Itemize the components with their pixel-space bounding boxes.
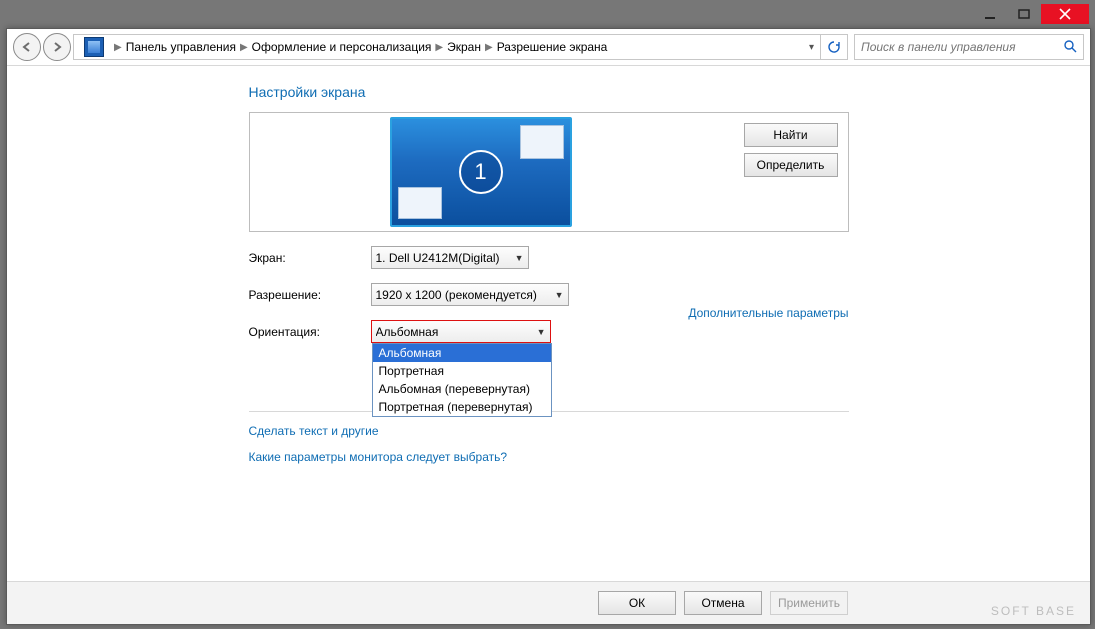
search-box[interactable] xyxy=(854,34,1084,60)
orientation-option[interactable]: Портретная (перевернутая) xyxy=(373,398,551,416)
orientation-select-value: Альбомная xyxy=(376,325,531,339)
breadcrumb-item[interactable]: Разрешение экрана xyxy=(497,40,608,54)
control-panel-icon xyxy=(84,37,104,57)
chevron-right-icon: ▶ xyxy=(240,42,248,53)
apply-button: Применить xyxy=(770,591,848,615)
resolution-label: Разрешение: xyxy=(249,288,371,302)
breadcrumb-item[interactable]: Оформление и персонализация xyxy=(252,40,432,54)
identify-button[interactable]: Определить xyxy=(744,153,838,177)
orientation-dropdown-list[interactable]: Альбомная Портретная Альбомная (переверн… xyxy=(372,343,552,417)
resolution-select-value: 1920 x 1200 (рекомендуется) xyxy=(376,288,549,302)
orientation-option[interactable]: Альбомная (перевернутая) xyxy=(373,380,551,398)
chevron-down-icon: ▼ xyxy=(537,327,546,337)
dialog-footer: ОК Отмена Применить xyxy=(7,581,1090,624)
which-monitor-link[interactable]: Какие параметры монитора следует выбрать… xyxy=(249,450,849,464)
address-bar[interactable]: ▶ Панель управления ▶ Оформление и персо… xyxy=(73,34,821,60)
watermark-text: SOFT BASE xyxy=(991,604,1076,618)
orientation-option[interactable]: Альбомная xyxy=(373,344,551,362)
breadcrumb-item[interactable]: Панель управления xyxy=(126,40,236,54)
text-size-link[interactable]: Сделать текст и другие xyxy=(249,424,849,438)
search-icon[interactable] xyxy=(1057,39,1083,56)
chevron-right-icon: ▶ xyxy=(485,42,493,53)
chevron-down-icon: ▼ xyxy=(515,253,524,263)
page-title: Настройки экрана xyxy=(249,84,849,100)
orientation-option[interactable]: Портретная xyxy=(373,362,551,380)
resolution-select[interactable]: 1920 x 1200 (рекомендуется) ▼ xyxy=(371,283,569,306)
display-select[interactable]: 1. Dell U2412M(Digital) ▼ xyxy=(371,246,529,269)
monitor-thumbnail[interactable]: 1 xyxy=(390,117,572,227)
thumbnail-window-icon xyxy=(520,125,564,159)
search-input[interactable] xyxy=(855,35,1057,59)
ok-button[interactable]: ОК xyxy=(598,591,676,615)
forward-button[interactable] xyxy=(43,33,71,61)
thumbnail-taskbar-icon xyxy=(398,187,442,219)
chevron-down-icon: ▼ xyxy=(555,290,564,300)
refresh-button[interactable] xyxy=(821,34,848,60)
back-button[interactable] xyxy=(13,33,41,61)
minimize-button[interactable] xyxy=(973,4,1007,24)
monitor-number-badge: 1 xyxy=(459,150,503,194)
maximize-button[interactable] xyxy=(1007,4,1041,24)
detect-button[interactable]: Найти xyxy=(744,123,838,147)
breadcrumb-item[interactable]: Экран xyxy=(447,40,481,54)
chevron-down-icon[interactable]: ▾ xyxy=(809,42,814,53)
chevron-right-icon: ▶ xyxy=(114,42,122,53)
advanced-settings-link[interactable]: Дополнительные параметры xyxy=(688,306,848,320)
chevron-right-icon: ▶ xyxy=(435,42,443,53)
orientation-select[interactable]: Альбомная ▼ Альбомная Портретная Альбомн… xyxy=(371,320,551,343)
navigation-bar: ▶ Панель управления ▶ Оформление и персо… xyxy=(7,29,1090,66)
control-panel-window: ▶ Панель управления ▶ Оформление и персо… xyxy=(6,28,1091,625)
display-select-value: 1. Dell U2412M(Digital) xyxy=(376,251,509,265)
cancel-button[interactable]: Отмена xyxy=(684,591,762,615)
close-button[interactable] xyxy=(1041,4,1089,24)
orientation-label: Ориентация: xyxy=(249,325,371,339)
display-label: Экран: xyxy=(249,251,371,265)
display-preview-panel: 1 Найти Определить xyxy=(249,112,849,232)
